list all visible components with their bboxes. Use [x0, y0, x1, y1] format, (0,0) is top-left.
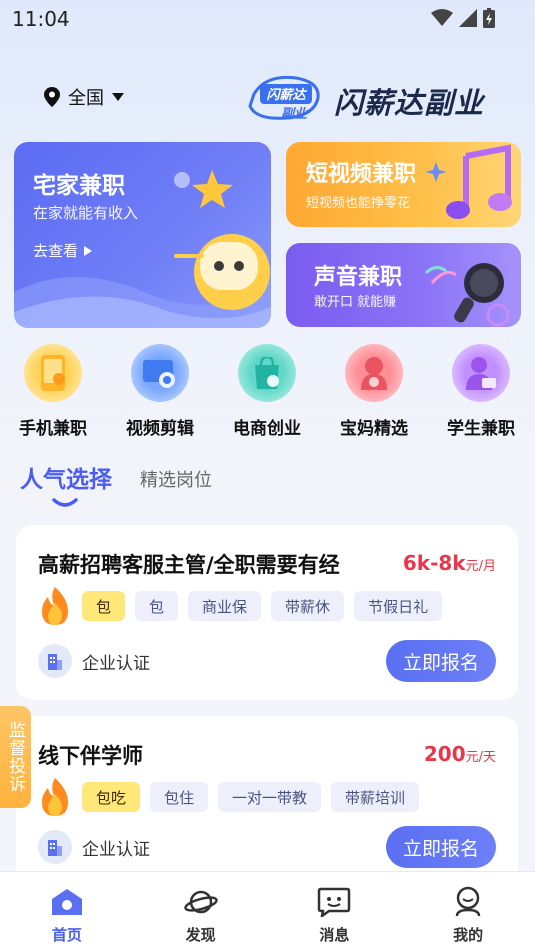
enterprise-verified-label: 企业认证: [82, 653, 150, 674]
building-icon: [38, 830, 72, 864]
play-arrow-icon: [84, 245, 93, 256]
video-edit-icon: [131, 344, 189, 402]
job-card[interactable]: 线下伴学师 200元/天 包吃 包住 一对一带教 带薪培训 企业认证 立即报名: [16, 716, 518, 886]
nav-profile[interactable]: 我的: [401, 872, 535, 951]
fire-icon: [42, 778, 68, 816]
job-salary-unit: 元/月: [465, 559, 496, 574]
category-label: 电商创业: [233, 419, 301, 439]
category-video-edit[interactable]: 视频剪辑: [110, 344, 210, 439]
banner-video-title: 短视频兼职: [306, 162, 417, 187]
brand-logo: 闪薪达 副业 闪薪达副业: [246, 70, 516, 126]
job-footer: 企业认证 立即报名: [38, 640, 496, 682]
category-ecommerce[interactable]: 电商创业: [217, 344, 317, 439]
banner-video-subtitle: 短视频也能挣零花: [306, 196, 411, 211]
banner-home-link-label: 去查看: [33, 242, 79, 260]
job-footer: 企业认证 立即报名: [38, 826, 496, 868]
enterprise-verified-label: 企业认证: [82, 839, 150, 860]
job-salary-value: 200: [423, 742, 466, 766]
tab-underline-icon: [52, 498, 78, 507]
job-salary: 6k-8k元/月: [403, 551, 496, 575]
banner-home-subtitle: 在家就能有收入: [33, 204, 139, 222]
job-tag: 节假日礼: [354, 591, 443, 621]
job-salary-unit: 元/天: [465, 750, 496, 765]
banner-voice-title: 声音兼职: [314, 265, 403, 290]
job-tag: 带薪培训: [331, 782, 420, 812]
apply-button[interactable]: 立即报名: [386, 640, 496, 682]
job-title: 线下伴学师: [38, 744, 143, 768]
category-mom-picks[interactable]: 宝妈精选: [324, 344, 424, 439]
job-tag: 包: [82, 591, 126, 621]
banner-voice-subtitle: 敢开口 就能赚: [314, 295, 397, 310]
banner-home-link[interactable]: 去查看: [33, 240, 93, 261]
category-label: 视频剪辑: [126, 419, 194, 439]
nav-home[interactable]: 首页: [0, 872, 134, 951]
nav-discover[interactable]: 发现: [134, 872, 268, 951]
svg-text:副业: 副业: [281, 106, 309, 122]
logo-mark-icon: 闪薪达 副业: [248, 75, 320, 122]
category-phone-job[interactable]: 手机兼职: [3, 344, 103, 439]
profile-icon: [450, 884, 486, 920]
phone-icon: [24, 344, 82, 402]
category-student-job[interactable]: 学生兼职: [431, 344, 531, 439]
job-salary: 200元/天: [424, 742, 496, 766]
job-tag: 一对一带教: [218, 782, 322, 812]
job-tags: 包吃 包住 一对一带教 带薪培训: [38, 778, 420, 816]
home-icon: [49, 884, 85, 920]
complaint-side-tab[interactable]: 监督投诉: [0, 706, 31, 808]
job-tabs: 人气选择 精选岗位: [20, 460, 212, 507]
student-icon: [452, 344, 510, 402]
battery-icon: [483, 8, 495, 28]
location-pin-icon: [44, 87, 60, 107]
mom-icon: [345, 344, 403, 402]
status-time: 11:04: [12, 7, 70, 31]
job-salary-value: 6k-8k: [402, 551, 466, 575]
category-row: 手机兼职 视频剪辑 电商创业 宝妈精选 学生兼职: [0, 344, 535, 444]
tab-popular-label: 人气选择: [20, 467, 112, 493]
category-label: 宝妈精选: [340, 419, 408, 439]
wifi-icon: [431, 9, 453, 26]
banner-home-job[interactable]: 宅家兼职 在家就能有收入 去查看: [14, 142, 271, 328]
signal-icon: [459, 9, 477, 27]
job-card[interactable]: 高薪招聘客服主管/全职需要有经 6k-8k元/月 包 包 商业保 带薪休 节假日…: [16, 525, 518, 700]
status-bar: 11:04: [0, 0, 535, 38]
banner-voice-job[interactable]: 声音兼职 敢开口 就能赚: [286, 243, 521, 327]
building-icon: [38, 644, 72, 678]
tab-selected-jobs[interactable]: 精选岗位: [140, 466, 212, 494]
nav-label: 我的: [453, 926, 484, 944]
category-label: 手机兼职: [19, 419, 87, 439]
bottom-nav: 首页 发现 消息 我的: [0, 871, 535, 951]
brand-name: 闪薪达副业: [334, 86, 485, 120]
planet-icon: [183, 884, 219, 920]
job-tag: 商业保: [188, 591, 262, 621]
category-label: 学生兼职: [447, 419, 515, 439]
enterprise-verified: 企业认证: [38, 644, 150, 678]
svg-text:闪薪达: 闪薪达: [266, 87, 307, 103]
job-tag: 包住: [150, 782, 209, 812]
nav-label: 发现: [185, 926, 216, 944]
job-tags: 包 包 商业保 带薪休 节假日礼: [38, 587, 443, 625]
banner-home-title: 宅家兼职: [33, 173, 125, 199]
job-title: 高薪招聘客服主管/全职需要有经: [38, 553, 340, 577]
location-selector[interactable]: 全国: [44, 84, 124, 110]
job-tag: 包: [135, 591, 179, 621]
tab-popular[interactable]: 人气选择: [20, 460, 112, 507]
caret-down-icon: [112, 93, 124, 101]
message-icon: [316, 884, 352, 920]
enterprise-verified: 企业认证: [38, 830, 150, 864]
status-icons: [431, 8, 495, 28]
fire-icon: [42, 587, 68, 625]
job-tag: 包吃: [82, 782, 141, 812]
shopping-bag-icon: [238, 344, 296, 402]
location-label: 全国: [68, 88, 104, 109]
job-tag: 带薪休: [271, 591, 345, 621]
nav-label: 首页: [51, 926, 82, 944]
banner-video-job[interactable]: 短视频兼职 短视频也能挣零花: [286, 142, 521, 227]
nav-messages[interactable]: 消息: [268, 872, 402, 951]
nav-label: 消息: [319, 926, 350, 944]
apply-button[interactable]: 立即报名: [386, 826, 496, 868]
